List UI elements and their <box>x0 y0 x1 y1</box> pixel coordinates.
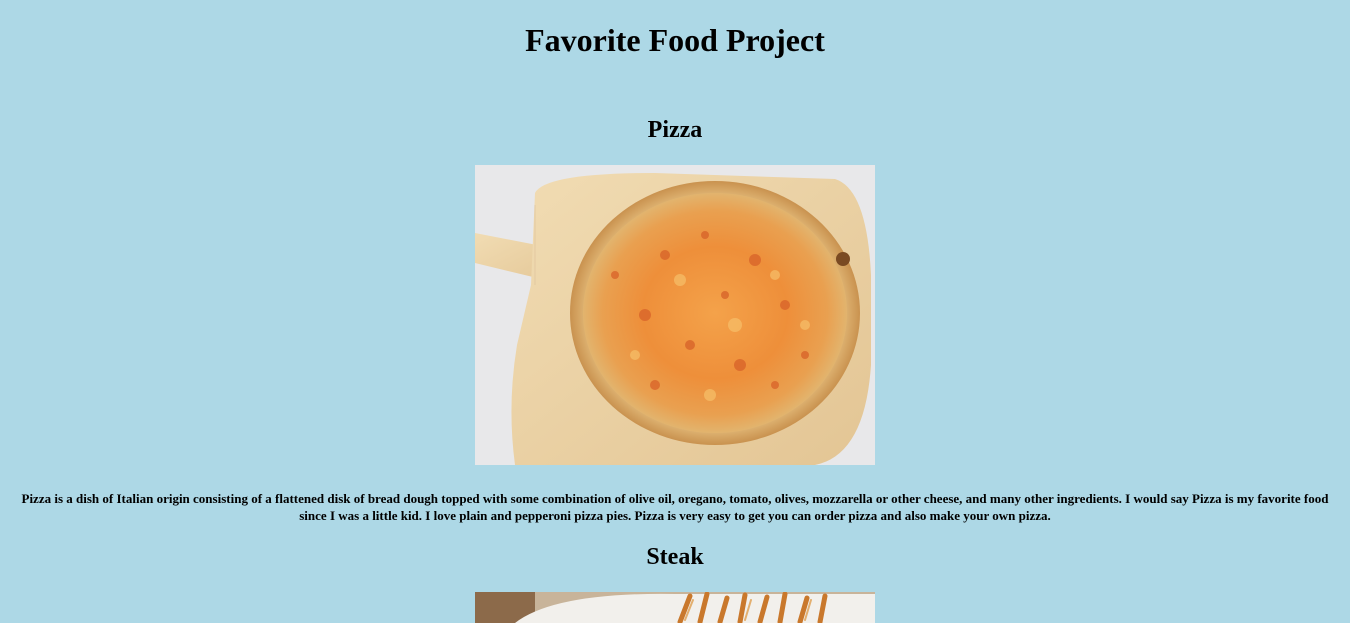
food-title-steak: Steak <box>646 544 704 570</box>
page: Favorite Food Project Pizza Pizza is a d… <box>0 0 1350 623</box>
pizza-image <box>475 165 875 465</box>
pizza-description: Pizza is a dish of Italian origin consis… <box>21 491 1329 523</box>
steak-image <box>475 592 875 623</box>
food-title-pizza: Pizza <box>647 117 703 143</box>
page-title: Favorite Food Project <box>525 22 825 58</box>
